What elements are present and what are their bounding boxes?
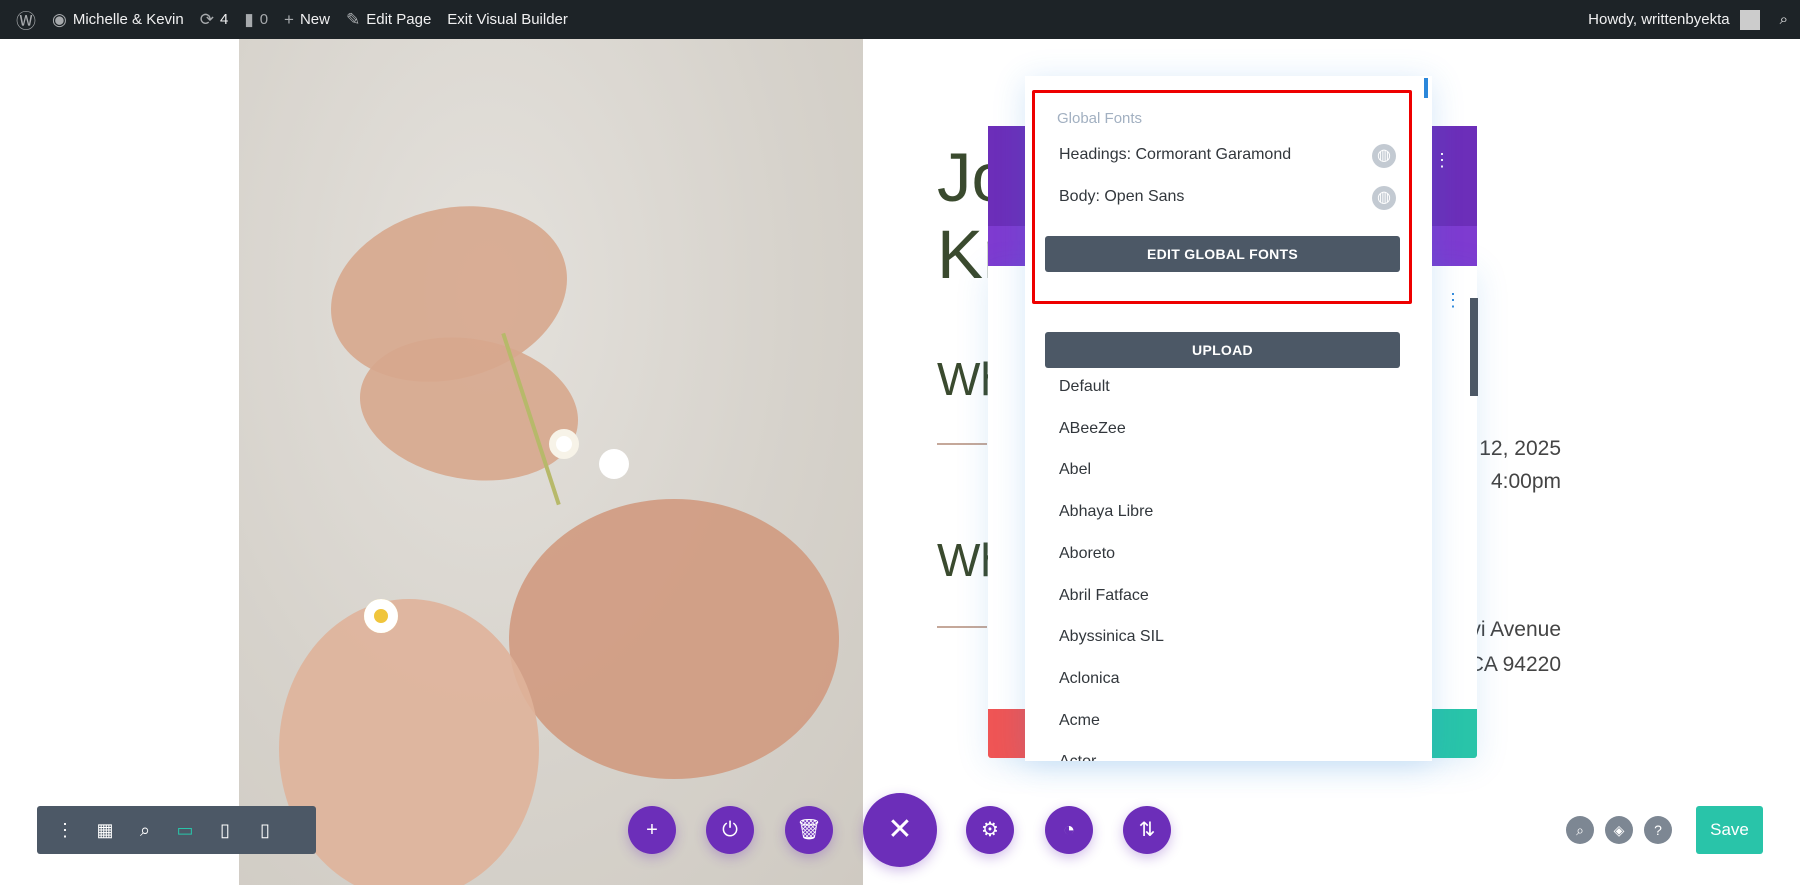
- font-option[interactable]: Abyssinica SIL: [1059, 628, 1164, 646]
- refresh-icon: ⟳: [199, 9, 214, 29]
- phone-icon[interactable]: ▯: [245, 820, 285, 841]
- font-option[interactable]: Aclonica: [1059, 670, 1119, 688]
- account-menu[interactable]: Howdy, writtenbyekta: [1588, 11, 1729, 28]
- updates-count: 4: [219, 11, 229, 28]
- new-label: New: [299, 11, 330, 28]
- gear-icon[interactable]: ⚙: [966, 806, 1014, 854]
- event-city: CA 94220: [1468, 653, 1561, 676]
- dropdown-scrollbar[interactable]: [1424, 78, 1428, 98]
- desktop-icon[interactable]: ▭: [165, 820, 205, 841]
- edit-page-label: Edit Page: [366, 11, 432, 28]
- layers-icon[interactable]: ◈: [1605, 816, 1633, 844]
- wordpress-icon: Ⓦ: [16, 11, 36, 33]
- exit-visual-builder-link[interactable]: Exit Visual Builder: [447, 0, 568, 39]
- exit-label: Exit Visual Builder: [447, 11, 568, 28]
- hands-daisies-photo: [239, 39, 863, 885]
- event-date: 12, 2025: [1479, 437, 1561, 460]
- help-icon[interactable]: ?: [1644, 816, 1672, 844]
- comments-count: 0: [259, 11, 269, 28]
- trash-icon[interactable]: 🗑: [785, 806, 833, 854]
- dashboard-icon: ◉: [52, 9, 67, 29]
- font-option[interactable]: Abril Fatface: [1059, 587, 1149, 605]
- wireframe-icon[interactable]: ▦: [85, 820, 125, 841]
- divider: [937, 626, 987, 628]
- scrollbar[interactable]: [1470, 298, 1478, 396]
- site-name: Michelle & Kevin: [72, 11, 184, 28]
- confirm-button[interactable]: [1432, 709, 1477, 758]
- discard-button[interactable]: [988, 709, 1025, 758]
- search-icon[interactable]: ⌕: [1780, 11, 1788, 28]
- add-icon[interactable]: +: [628, 806, 676, 854]
- avatar[interactable]: [1739, 9, 1760, 30]
- new-link[interactable]: + New: [284, 0, 330, 39]
- search-icon[interactable]: ⌕: [1566, 816, 1594, 844]
- more-options-icon[interactable]: ⋮: [1444, 290, 1462, 311]
- portability-icon[interactable]: ⇅: [1123, 806, 1171, 854]
- more-options-icon[interactable]: ⋮: [1433, 150, 1451, 171]
- font-option[interactable]: ABeeZee: [1059, 420, 1126, 438]
- page-settings-bar: ⋮ ▦ ⌕ ▭ ▯ ▯: [37, 806, 316, 854]
- edit-page-link[interactable]: ✎ Edit Page: [346, 0, 431, 39]
- history-icon[interactable]: ◔: [1045, 806, 1093, 854]
- comments-link[interactable]: ▮ 0: [244, 0, 268, 39]
- font-option[interactable]: Aboreto: [1059, 545, 1115, 563]
- save-button[interactable]: Save: [1696, 806, 1763, 854]
- plus-icon: +: [284, 9, 294, 29]
- pencil-icon: ✎: [345, 9, 361, 29]
- upload-button[interactable]: UPLOAD: [1045, 332, 1400, 368]
- event-time: 4:00pm: [1490, 470, 1561, 493]
- divider: [937, 443, 987, 445]
- font-option[interactable]: Abel: [1059, 461, 1091, 479]
- font-option[interactable]: Actor: [1059, 753, 1096, 761]
- site-name-link[interactable]: ◉ Michelle & Kevin: [52, 0, 184, 39]
- highlight-box: [1032, 90, 1412, 304]
- admin-bar: Ⓦ ◉ Michelle & Kevin ⟳ 4 ▮ 0 + New ✎ Edit Pag…: [0, 0, 1800, 39]
- font-option[interactable]: Acme: [1059, 712, 1100, 730]
- event-street: vi Avenue: [1470, 618, 1561, 641]
- menu-dots-icon[interactable]: ⋮: [45, 820, 85, 841]
- updates-link[interactable]: ⟳ 4: [200, 0, 229, 39]
- close-icon[interactable]: ✕: [863, 793, 937, 867]
- tablet-icon[interactable]: ▯: [205, 820, 245, 841]
- font-option[interactable]: Abhaya Libre: [1059, 503, 1153, 521]
- power-icon[interactable]: ⏻: [706, 806, 754, 854]
- comment-icon: ▮: [244, 9, 254, 29]
- font-option[interactable]: Default: [1059, 378, 1110, 396]
- zoom-icon[interactable]: ⌕: [125, 820, 165, 841]
- wordpress-logo[interactable]: Ⓦ: [16, 0, 36, 39]
